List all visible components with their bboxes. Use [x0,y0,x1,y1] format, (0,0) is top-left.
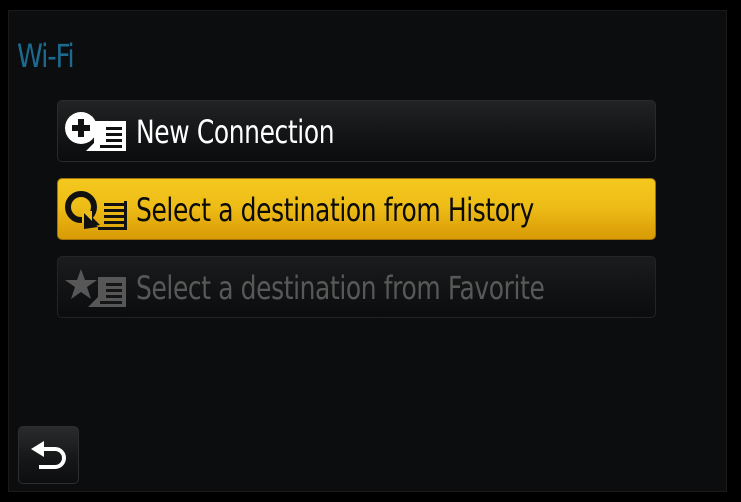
menu-item-label: Select a destination from History [136,191,534,229]
menu-item-favorite: Select a destination from Favorite [57,256,656,318]
menu-item-history[interactable]: Select a destination from History [57,178,656,240]
menu-item-label: Select a destination from Favorite [136,269,545,307]
menu-item-label: New Connection [136,113,335,151]
wifi-screen: Wi-Fi New Connection Select a destinatio… [8,10,727,492]
return-arrow-icon [31,441,66,469]
menu-item-new-connection[interactable]: New Connection [57,100,656,162]
back-button[interactable] [18,426,79,484]
history-refresh-list-icon [65,191,127,230]
page-title: Wi-Fi [17,37,75,75]
star-list-icon [65,269,126,307]
plus-circle-list-icon [65,112,126,151]
